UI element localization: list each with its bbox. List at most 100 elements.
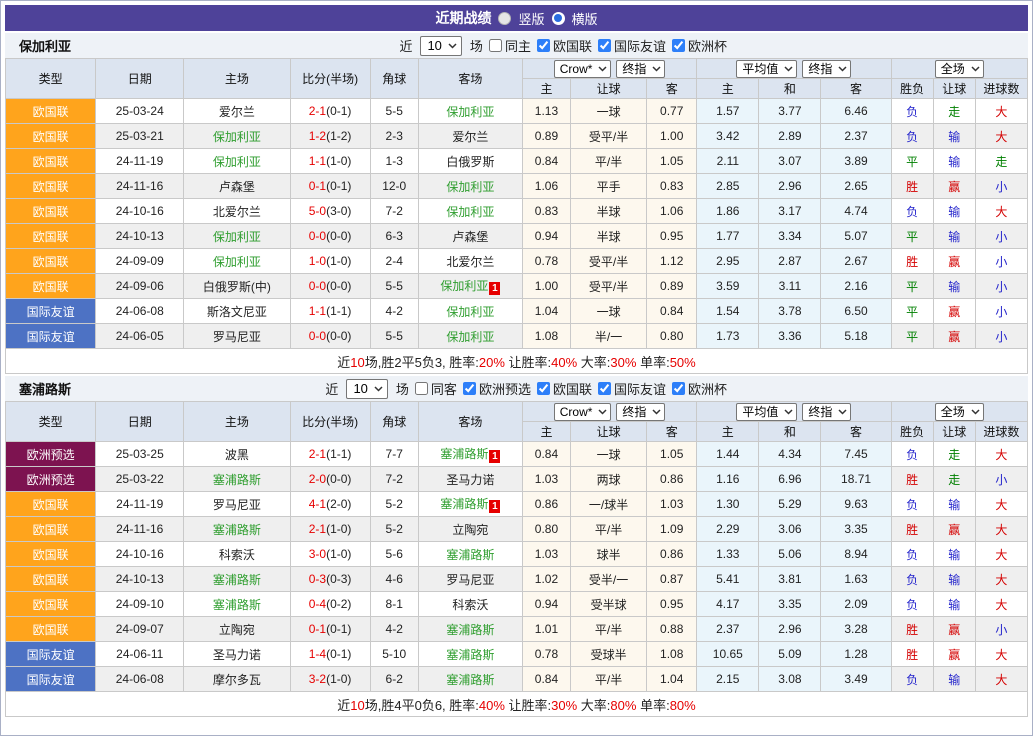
- avg-home-odds-cell: 1.16: [697, 467, 759, 492]
- section-header: 塞浦路斯近10场同客欧洲预选欧国联国际友谊欧洲杯: [5, 376, 1028, 401]
- handicap-home-odds-cell: 0.78: [522, 642, 570, 667]
- results-table: 类型日期主场比分(半场)角球客场Crow*终指平均值终指全场主让球客主和客胜负让…: [5, 401, 1028, 717]
- summary-segment: 30%: [610, 355, 636, 370]
- goals-result-cell: 大: [975, 592, 1027, 617]
- team-name: 保加利亚: [19, 36, 71, 55]
- chevron-down-icon: [838, 66, 847, 72]
- handicap-line-cell: 一/球半: [571, 492, 647, 517]
- filter-checkbox-欧国联[interactable]: [537, 382, 550, 395]
- avg-draw-odds-cell: 2.96: [759, 617, 821, 642]
- games-count-select-0[interactable]: 10: [420, 36, 461, 56]
- handicap-away-odds-cell: 0.80: [647, 324, 697, 349]
- match-row: 欧国联24-10-16科索沃3-0(1-0)5-6塞浦路斯1.03球半0.861…: [6, 542, 1028, 567]
- bookmaker-select-1[interactable]: Crow*: [554, 403, 612, 421]
- avg-home-odds-cell: 2.85: [697, 174, 759, 199]
- final-odds2-select-0[interactable]: 终指: [802, 60, 851, 78]
- average-select-1[interactable]: 平均值: [736, 403, 797, 421]
- final-odds-select-0-value: 终指: [622, 61, 646, 77]
- home-team-cell: 北爱尔兰: [184, 199, 290, 224]
- avg-draw-odds-cell: 3.35: [759, 592, 821, 617]
- handicap-home-odds-cell: 0.83: [522, 199, 570, 224]
- avg-away-odds-cell: 4.74: [821, 199, 891, 224]
- goals-result-cell: 小: [975, 224, 1027, 249]
- home-team-cell: 斯洛文尼亚: [184, 299, 290, 324]
- corners-cell: 2-4: [370, 249, 418, 274]
- average-odds-header: 平均值终指: [697, 59, 891, 79]
- goals-result-cell: 小: [975, 174, 1027, 199]
- corners-cell: 7-2: [370, 467, 418, 492]
- filter-checkbox-国际友谊[interactable]: [598, 39, 611, 52]
- score-cell: 4-1(2-0): [290, 492, 370, 517]
- handicap-away-odds-cell: 0.89: [647, 274, 697, 299]
- away-team-cell: 塞浦路斯: [418, 617, 522, 642]
- goals-result-cell: 大: [975, 567, 1027, 592]
- filter-checkbox-欧洲杯[interactable]: [672, 382, 685, 395]
- header-row-dropdowns: 类型日期主场比分(半场)角球客场Crow*终指平均值终指全场: [6, 59, 1028, 79]
- result-cell: 负: [891, 542, 933, 567]
- final-odds-select-1[interactable]: 终指: [616, 403, 665, 421]
- corners-cell: 5-5: [370, 324, 418, 349]
- result-cell: 胜: [891, 249, 933, 274]
- games-unit-label: 场: [396, 379, 409, 398]
- filter-checkbox-欧洲预选[interactable]: [463, 382, 476, 395]
- final-odds-select-0[interactable]: 终指: [616, 60, 665, 78]
- goals-result-cell: 小: [975, 467, 1027, 492]
- avg-draw-odds-cell: 5.09: [759, 642, 821, 667]
- summary-row: 近10场,胜2平5负3, 胜率:20% 让胜率:40% 大率:30% 单率:50…: [6, 349, 1028, 374]
- handicap-away-odds-cell: 0.84: [647, 299, 697, 324]
- bookmaker-select-1-value: Crow*: [560, 404, 593, 420]
- filter-checkbox-欧国联[interactable]: [537, 39, 550, 52]
- filter-checkbox-同主[interactable]: [489, 39, 502, 52]
- handicap-result-cell: 赢: [933, 324, 975, 349]
- games-count-select-1[interactable]: 10: [346, 379, 387, 399]
- handicap-result-cell: 输: [933, 592, 975, 617]
- vertical-layout-label[interactable]: 竖版: [518, 9, 544, 28]
- goals-result-cell: 大: [975, 642, 1027, 667]
- handicap-line-cell: 平/半: [571, 517, 647, 542]
- filter-checkbox-欧洲杯[interactable]: [672, 39, 685, 52]
- average-select-0[interactable]: 平均值: [736, 60, 797, 78]
- avg-away-odds-cell: 6.50: [821, 299, 891, 324]
- horizontal-layout-label[interactable]: 横版: [572, 9, 598, 28]
- date-cell: 24-09-10: [96, 592, 184, 617]
- column-header: 日期: [96, 59, 184, 99]
- match-row: 欧国联24-09-06白俄罗斯(中)0-0(0-0)5-5保加利亚11.00受平…: [6, 274, 1028, 299]
- column-header: 主场: [184, 59, 290, 99]
- avg-away-odds-cell: 6.46: [821, 99, 891, 124]
- date-cell: 24-09-07: [96, 617, 184, 642]
- result-cell: 胜: [891, 467, 933, 492]
- filter-checkbox-label: 同客: [431, 379, 457, 398]
- sub-column-header: 进球数: [975, 422, 1027, 442]
- corners-cell: 7-7: [370, 442, 418, 467]
- handicap-home-odds-cell: 0.78: [522, 249, 570, 274]
- home-team-cell: 爱尔兰: [184, 99, 290, 124]
- home-team-cell: 塞浦路斯: [184, 467, 290, 492]
- final-odds2-select-1[interactable]: 终指: [802, 403, 851, 421]
- results-table: 类型日期主场比分(半场)角球客场Crow*终指平均值终指全场主让球客主和客胜负让…: [5, 58, 1028, 374]
- corners-cell: 12-0: [370, 174, 418, 199]
- handicap-away-odds-cell: 0.95: [647, 224, 697, 249]
- filter-checkbox-同客[interactable]: [415, 382, 428, 395]
- vertical-layout-radio[interactable]: [498, 12, 511, 25]
- avg-home-odds-cell: 2.29: [697, 517, 759, 542]
- date-cell: 25-03-25: [96, 442, 184, 467]
- corners-cell: 2-3: [370, 124, 418, 149]
- avg-home-odds-cell: 3.59: [697, 274, 759, 299]
- avg-draw-odds-cell: 3.06: [759, 517, 821, 542]
- avg-home-odds-cell: 1.54: [697, 299, 759, 324]
- bookmaker-select-0[interactable]: Crow*: [554, 60, 612, 78]
- horizontal-layout-radio[interactable]: [552, 12, 565, 25]
- avg-home-odds-cell: 4.17: [697, 592, 759, 617]
- handicap-away-odds-cell: 1.09: [647, 517, 697, 542]
- away-team-cell: 塞浦路斯1: [418, 442, 522, 467]
- result-cell: 平: [891, 299, 933, 324]
- result-cell: 负: [891, 492, 933, 517]
- avg-home-odds-cell: 1.30: [697, 492, 759, 517]
- filter-checkbox-国际友谊[interactable]: [598, 382, 611, 395]
- competition-type-cell: 欧国联: [6, 149, 96, 174]
- goals-result-cell: 大: [975, 542, 1027, 567]
- date-cell: 24-11-19: [96, 149, 184, 174]
- full-match-select-0[interactable]: 全场: [935, 60, 984, 78]
- full-match-select-1[interactable]: 全场: [935, 403, 984, 421]
- match-row: 国际友谊24-06-05罗马尼亚0-0(0-0)5-5保加利亚1.08半/一0.…: [6, 324, 1028, 349]
